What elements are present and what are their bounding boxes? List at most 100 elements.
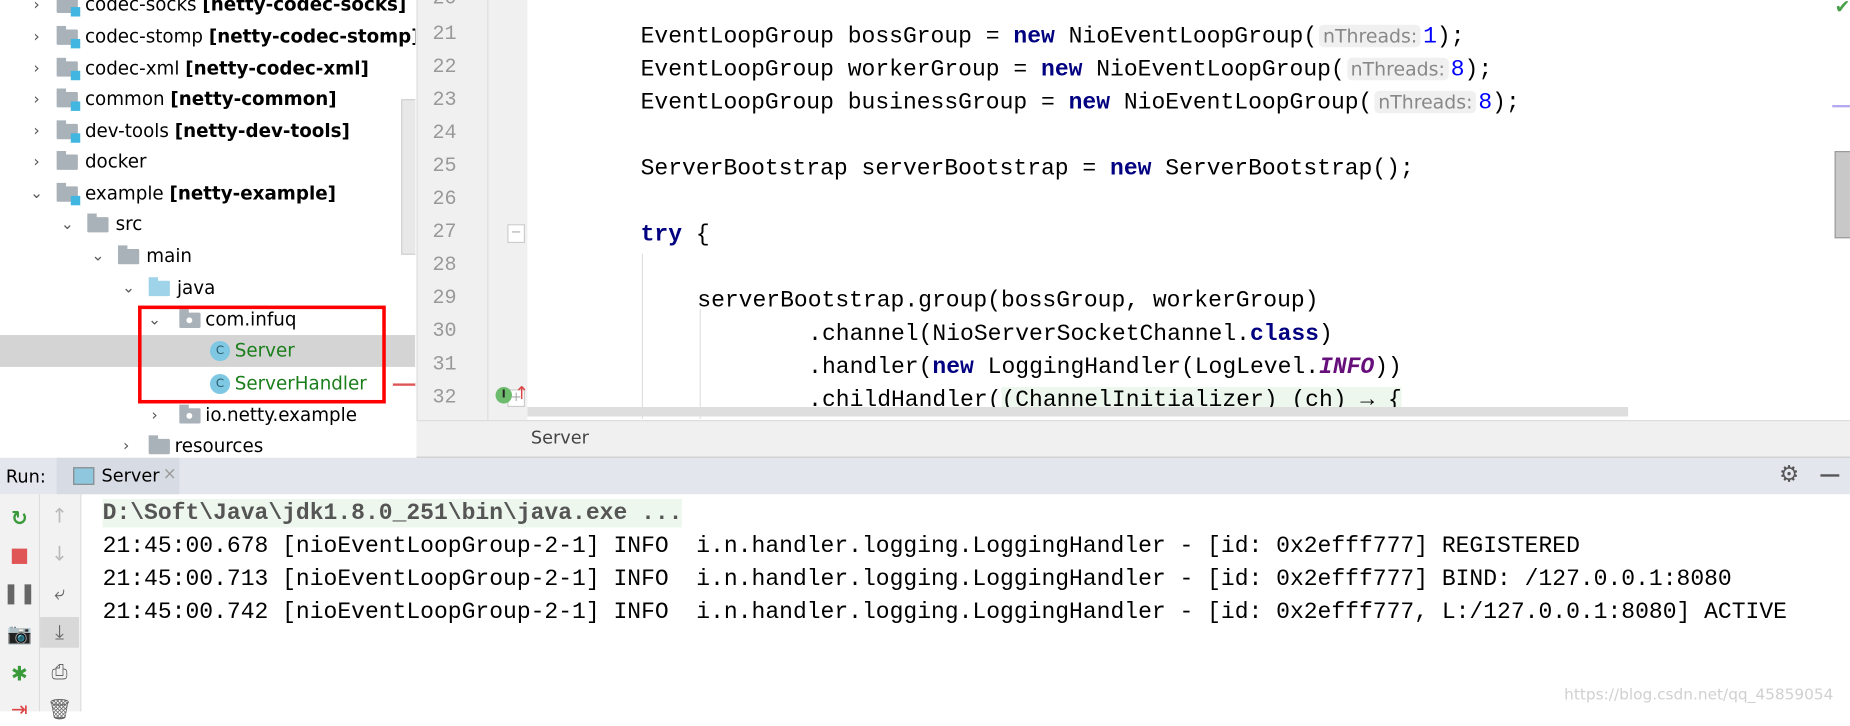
chevron-down-icon[interactable]: ⌄	[120, 273, 137, 305]
tree-item-label: common	[84, 88, 165, 110]
code-line-27: try {	[640, 221, 710, 248]
soft-wrap-icon[interactable]: ⤶	[40, 578, 79, 609]
implementation-marker-icon[interactable]: I	[495, 386, 513, 404]
highlight-box	[138, 305, 386, 404]
chevron-right-icon[interactable]: ›	[28, 0, 45, 21]
tree-item-label: resources	[174, 435, 264, 456]
code-editor[interactable]: EventLoopGroup bossGroup = new NioEventL…	[527, 0, 1850, 421]
line-number: 26	[432, 188, 457, 212]
watermark: https://blog.csdn.net/qq_45859054	[1564, 686, 1834, 705]
error-stripe-marker[interactable]	[1832, 105, 1850, 108]
tree-item-docker[interactable]: › docker	[0, 146, 401, 178]
tree-item-common[interactable]: › common [netty-common]	[0, 84, 401, 116]
chevron-down-icon[interactable]: ⌄	[59, 209, 76, 241]
tree-item-label: src	[115, 213, 143, 235]
line-number: 30	[432, 320, 457, 344]
chevron-down-icon[interactable]: ⌄	[28, 178, 45, 210]
run-tab-server[interactable]: Server ×	[56, 457, 180, 495]
module-folder-icon	[56, 182, 81, 206]
module-folder-icon	[56, 57, 81, 81]
parameter-hint: nThreads:	[1319, 24, 1421, 48]
tree-item-main[interactable]: ⌄ main	[0, 241, 401, 273]
resources-folder-icon	[148, 435, 170, 455]
stop-icon[interactable]	[0, 540, 39, 571]
tree-scrollbar[interactable]	[401, 99, 416, 255]
code-line-31: .handler(new LoggingHandler(LogLevel.INF…	[808, 353, 1402, 380]
tree-item-java[interactable]: ⌄ java	[0, 273, 401, 305]
tree-item-label: dev-tools	[84, 120, 169, 142]
camera-icon[interactable]: 📷	[0, 619, 39, 650]
editor-breadcrumb-bar: Server	[416, 420, 1850, 459]
pause-icon[interactable]: ❚❚	[0, 578, 39, 609]
tree-item-io-netty-example[interactable]: › io.netty.example	[0, 400, 401, 432]
module-folder-icon	[56, 0, 81, 17]
console-line: D:\Soft\Java\jdk1.8.0_251\bin\java.exe .…	[102, 499, 683, 528]
fold-collapse-icon[interactable]: −	[507, 224, 526, 244]
console-line: 21:45:00.742 [nioEventLoopGroup-2-1] INF…	[102, 599, 1787, 626]
tree-item-label: main	[146, 245, 192, 267]
module-folder-icon	[56, 88, 81, 111]
tree-item-example[interactable]: ⌄ example [netty-example]	[0, 178, 401, 210]
chevron-right-icon[interactable]: ›	[118, 431, 135, 456]
console-icon	[73, 467, 95, 485]
module-name: [netty-codec-stomp]	[208, 25, 416, 48]
code-line-22: EventLoopGroup workerGroup = new NioEven…	[640, 56, 1493, 83]
trash-icon[interactable]: 🗑	[40, 695, 79, 726]
editor-breadcrumb[interactable]: Server	[531, 427, 589, 448]
print-icon[interactable]: ⎙	[40, 657, 79, 688]
run-tab-label: Server	[101, 464, 160, 487]
debug-icon[interactable]: ✱	[0, 660, 39, 691]
module-name: [netty-codec-xml]	[185, 57, 369, 80]
chevron-right-icon[interactable]: ›	[28, 116, 45, 148]
run-panel-header: Run: Server × ⚙	[0, 457, 1850, 495]
code-line-25: ServerBootstrap serverBootstrap = new Se…	[640, 155, 1414, 182]
close-icon[interactable]: ×	[163, 465, 177, 484]
exit-icon[interactable]: ⇥	[0, 695, 39, 726]
chevron-down-icon[interactable]: ⌄	[90, 241, 107, 273]
chevron-right-icon[interactable]: ›	[146, 400, 163, 432]
tree-item-dev-tools[interactable]: › dev-tools [netty-dev-tools]	[0, 116, 401, 148]
module-folder-icon	[56, 25, 81, 49]
tree-item-label: codec-stomp	[84, 25, 204, 48]
chevron-right-icon[interactable]: ›	[28, 21, 45, 53]
line-number: 32	[432, 386, 457, 410]
tree-item-codec-xml[interactable]: › codec-xml [netty-codec-xml]	[0, 53, 401, 85]
module-name: [netty-codec-socks]	[202, 0, 407, 16]
run-label: Run:	[5, 466, 46, 488]
tree-item-label: codec-socks	[84, 0, 197, 16]
tree-item-codec-stomp[interactable]: › codec-stomp [netty-codec-stomp]	[0, 21, 415, 53]
tree-item-label: io.netty.example	[205, 404, 357, 426]
code-line-29: serverBootstrap.group(bossGroup, workerG…	[697, 287, 1319, 314]
scroll-to-end-icon[interactable]: ⤓	[40, 617, 80, 648]
code-line-30: .channel(NioServerSocketChannel.class)	[808, 320, 1333, 347]
line-number: 20	[421, 0, 457, 11]
line-number: 29	[432, 287, 457, 311]
console-output[interactable]: D:\Soft\Java\jdk1.8.0_251\bin\java.exe .…	[81, 494, 1850, 712]
chevron-right-icon[interactable]: ›	[28, 146, 45, 178]
line-number: 21	[432, 23, 457, 47]
vertical-scrollbar[interactable]	[1834, 151, 1850, 239]
code-line-23: EventLoopGroup businessGroup = new NioEv…	[640, 89, 1520, 116]
minimize-icon[interactable]	[1820, 474, 1840, 477]
tree-item-label: codec-xml	[84, 57, 180, 80]
chevron-right-icon[interactable]: ›	[28, 53, 45, 85]
tree-item-src[interactable]: ⌄ src	[0, 209, 401, 241]
tree-item-label: docker	[84, 151, 147, 173]
editor-gutter: 20 21 22 23 24 25 26 27 28 29 30 31 32 −…	[416, 0, 529, 421]
chevron-right-icon[interactable]: ›	[28, 84, 45, 116]
arrow-down-icon[interactable]: ↓	[40, 539, 79, 570]
arrow-up-icon[interactable]: ↑	[40, 501, 79, 532]
line-number: 25	[432, 155, 457, 179]
tree-item-codec-socks[interactable]: › codec-socks [netty-codec-socks]	[0, 0, 406, 21]
code-line-21: EventLoopGroup bossGroup = new NioEventL…	[640, 23, 1465, 50]
module-name: [netty-dev-tools]	[174, 120, 350, 142]
tree-item-resources[interactable]: › resources	[0, 431, 401, 456]
gear-icon[interactable]: ⚙	[1779, 461, 1799, 487]
checkmark-icon: ✔	[1834, 0, 1850, 18]
horizontal-scrollbar[interactable]	[527, 407, 1629, 417]
tree-item-label: example	[84, 182, 164, 205]
rerun-icon[interactable]: ↻	[0, 504, 39, 535]
module-name: [netty-common]	[170, 88, 337, 110]
line-number: 31	[432, 353, 457, 377]
folder-icon	[117, 245, 140, 265]
